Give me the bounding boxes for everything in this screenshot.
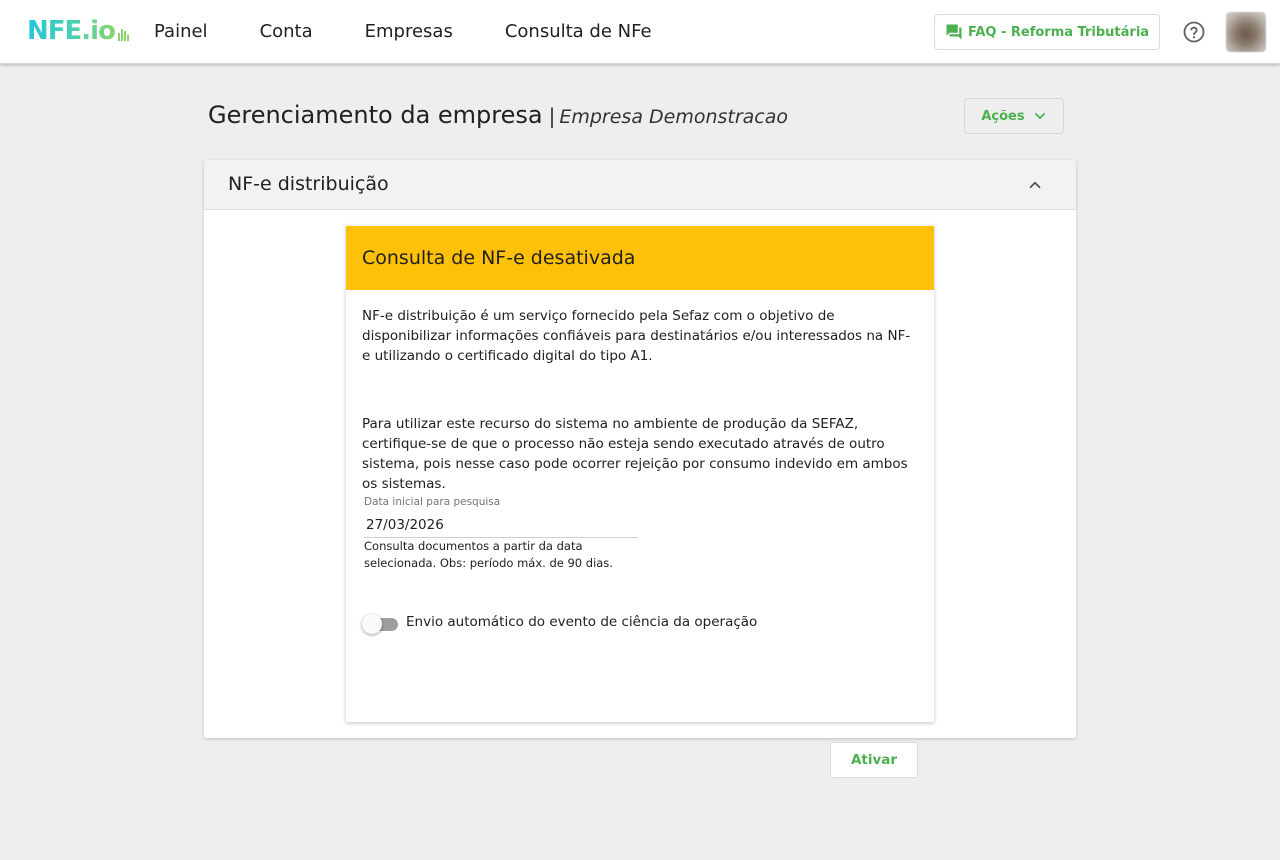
faq-reforma-button[interactable]: FAQ - Reforma Tributária bbox=[934, 14, 1160, 50]
nfe-io-logo[interactable]: NFE.io bbox=[27, 18, 129, 44]
chevron-up-icon[interactable] bbox=[1026, 176, 1044, 194]
panel-header[interactable]: NF-e distribuição bbox=[204, 160, 1076, 210]
ativar-button[interactable]: Ativar bbox=[830, 742, 918, 778]
nav-item-conta[interactable]: Conta bbox=[234, 0, 339, 64]
status-card-header: Consulta de NF-e desativada bbox=[346, 226, 934, 290]
usage-warning: Para utilizar este recurso do sistema no… bbox=[362, 416, 908, 492]
status-card-body: NF-e distribuição é um serviço fornecido… bbox=[346, 290, 934, 778]
help-icon[interactable] bbox=[1182, 20, 1206, 44]
actions-dropdown-button[interactable]: Ações bbox=[964, 98, 1064, 134]
panel-title: NF-e distribuição bbox=[228, 173, 389, 195]
date-field-label: Data inicial para pesquisa bbox=[364, 496, 501, 508]
chevron-down-icon bbox=[1034, 113, 1045, 119]
nfe-distribuicao-panel: NF-e distribuição Consulta de NF-e desat… bbox=[204, 160, 1076, 778]
status-card: Consulta de NF-e desativada NF-e distrib… bbox=[346, 226, 934, 778]
top-app-bar: NFE.io Painel Conta Empresas Consulta de… bbox=[0, 0, 1280, 64]
chat-bubbles-icon bbox=[946, 24, 962, 40]
company-name: Empresa Demonstracao bbox=[559, 106, 789, 128]
main-nav: Painel Conta Empresas Consulta de NFe bbox=[128, 0, 678, 64]
status-card-title: Consulta de NF-e desativada bbox=[362, 247, 636, 269]
logo-text: NFE.io bbox=[27, 16, 116, 46]
nav-item-painel[interactable]: Painel bbox=[128, 0, 234, 64]
start-date-input[interactable] bbox=[364, 512, 638, 538]
title-separator: | bbox=[548, 104, 556, 128]
nav-item-consulta-nfe[interactable]: Consulta de NFe bbox=[479, 0, 678, 64]
page-title: Gerenciamento da empresa | Empresa Demonst… bbox=[208, 101, 788, 129]
date-field-hint: Consulta documentos a partir da data sel… bbox=[364, 539, 613, 570]
service-description: NF-e distribuição é um serviço fornecido… bbox=[362, 308, 911, 364]
auto-ciencia-label: Envio automático do evento de ciência da… bbox=[406, 614, 758, 630]
toggle-knob bbox=[362, 614, 382, 634]
actions-label: Ações bbox=[981, 108, 1025, 124]
nav-item-empresas[interactable]: Empresas bbox=[339, 0, 479, 64]
user-avatar[interactable] bbox=[1226, 12, 1266, 52]
page-title-text: Gerenciamento da empresa bbox=[208, 101, 543, 129]
auto-ciencia-toggle[interactable] bbox=[362, 614, 398, 634]
faq-button-label: FAQ - Reforma Tributária bbox=[967, 24, 1150, 40]
